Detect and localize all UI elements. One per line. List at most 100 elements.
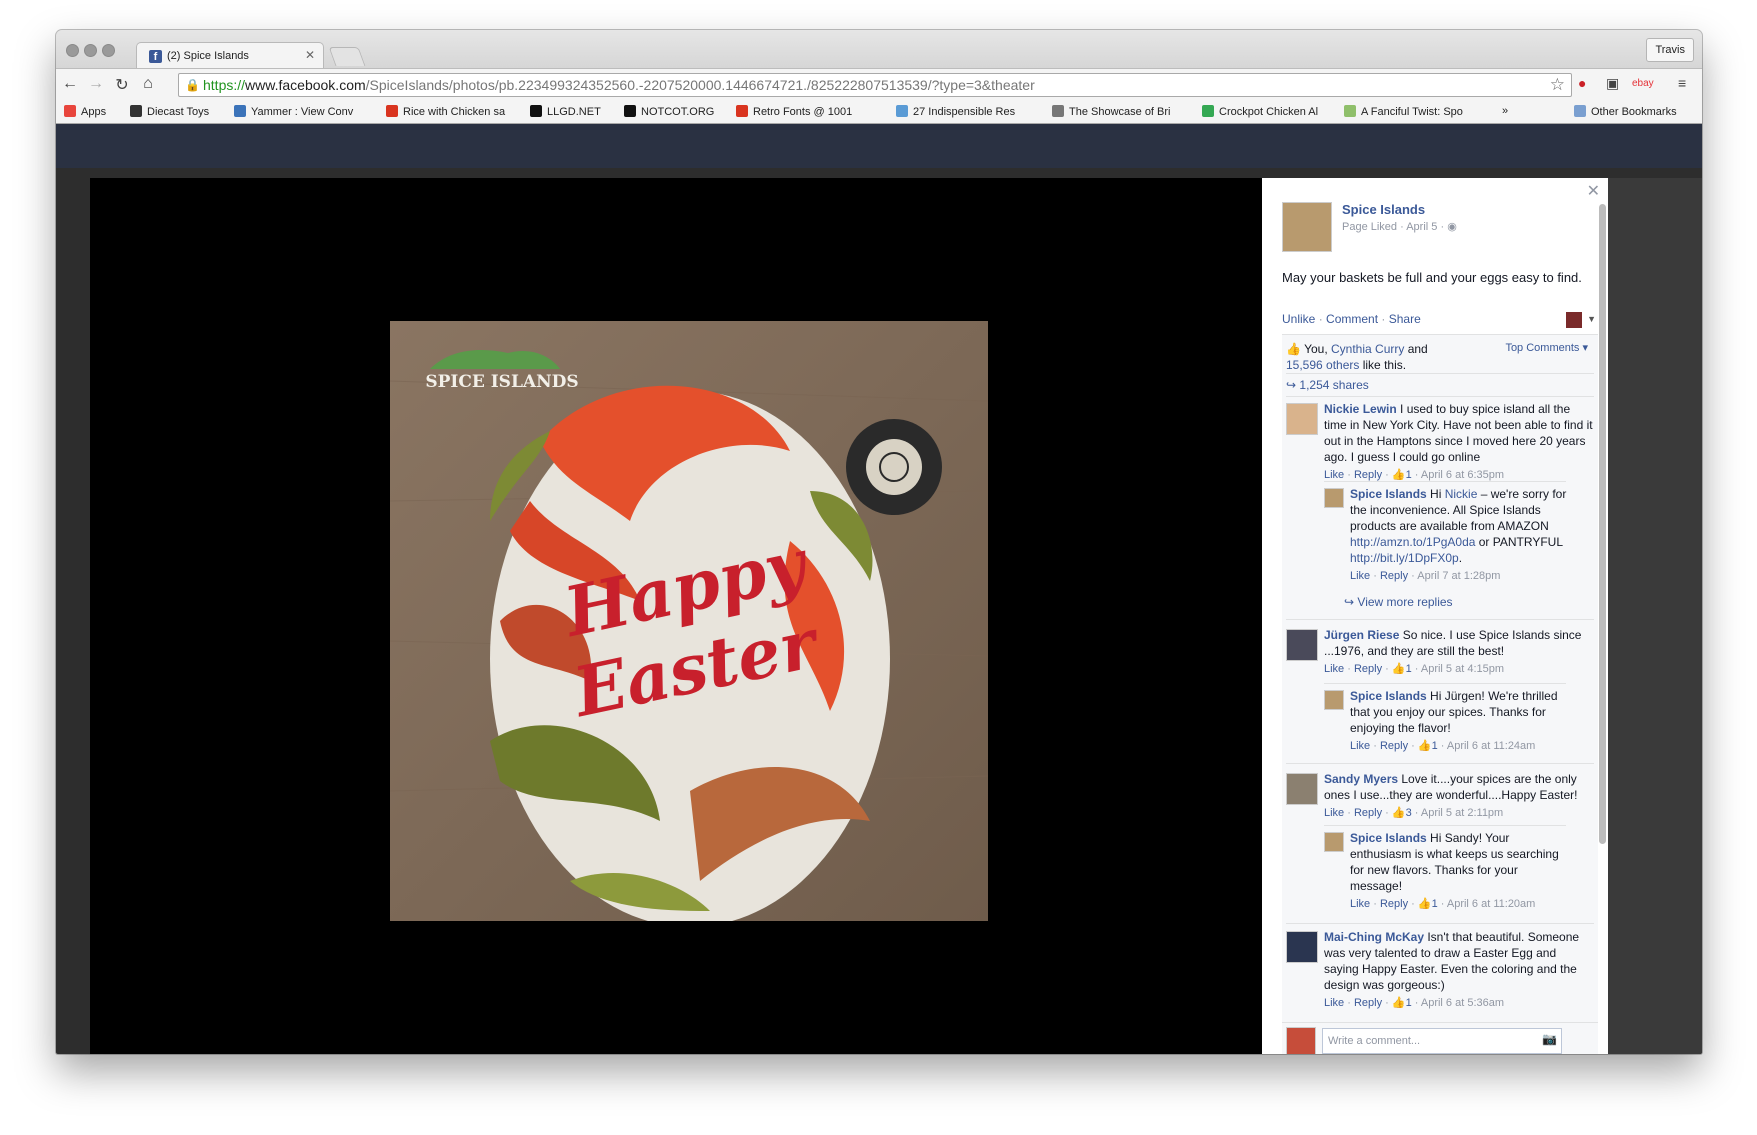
divider bbox=[1286, 763, 1594, 764]
avatar[interactable] bbox=[1286, 403, 1318, 435]
bookmark-item[interactable]: The Showcase of Bri bbox=[1052, 105, 1188, 118]
like-count-icon: 👍 bbox=[1391, 663, 1406, 675]
avatar[interactable] bbox=[1324, 832, 1344, 852]
close-icon[interactable]: ✕ bbox=[1587, 181, 1600, 201]
comment-time[interactable]: April 5 at 4:15pm bbox=[1421, 663, 1504, 675]
forward-icon[interactable]: → bbox=[86, 75, 106, 93]
facebook-icon: f bbox=[149, 50, 162, 63]
share-link[interactable]: Share bbox=[1389, 312, 1421, 326]
comment-time[interactable]: April 6 at 6:35pm bbox=[1421, 469, 1504, 481]
reply-time[interactable]: April 6 at 11:20am bbox=[1447, 898, 1535, 910]
menu-icon[interactable]: ≡ bbox=[1678, 75, 1686, 91]
avatar[interactable] bbox=[1286, 773, 1318, 805]
extension-icon[interactable]: ▣ bbox=[1606, 75, 1619, 92]
reply-link[interactable]: Reply bbox=[1354, 997, 1382, 1009]
reply-author[interactable]: Spice Islands bbox=[1350, 487, 1427, 501]
avatar[interactable] bbox=[1286, 629, 1318, 661]
comment-composer: Write a comment... 📷 bbox=[1282, 1022, 1598, 1054]
reply-link[interactable]: Reply bbox=[1354, 469, 1382, 481]
amazon-link[interactable]: http://amzn.to/1PgA0da bbox=[1350, 535, 1475, 549]
reply-author[interactable]: Spice Islands bbox=[1350, 689, 1427, 703]
bookmark-item[interactable]: Diecast Toys bbox=[130, 105, 225, 118]
actor-selector-avatar[interactable] bbox=[1566, 312, 1582, 328]
reload-icon[interactable]: ↻ bbox=[112, 75, 132, 95]
commenter-name[interactable]: Nickie Lewin bbox=[1324, 402, 1397, 416]
bookmark-item[interactable]: A Fanciful Twist: Spo bbox=[1344, 105, 1484, 118]
bookmark-item[interactable]: Retro Fonts @ 1001 bbox=[736, 105, 878, 118]
pantryful-link[interactable]: http://bit.ly/1DpFX0p bbox=[1350, 551, 1459, 565]
like-link[interactable]: Like bbox=[1324, 807, 1344, 819]
avatar[interactable] bbox=[1324, 488, 1344, 508]
reply-author[interactable]: Spice Islands bbox=[1350, 831, 1427, 845]
commenter-name[interactable]: Mai-Ching McKay bbox=[1324, 930, 1424, 944]
bookmark-item[interactable]: Yammer : View Conv bbox=[234, 105, 376, 118]
bookmark-apps[interactable]: Apps bbox=[64, 105, 106, 118]
post-actions: Unlike · Comment · Share bbox=[1282, 312, 1421, 326]
like-link[interactable]: Like bbox=[1324, 469, 1344, 481]
bookmark-item[interactable]: Rice with Chicken sa bbox=[386, 105, 518, 118]
reply-time[interactable]: April 6 at 11:24am bbox=[1447, 740, 1535, 752]
yammer-icon bbox=[234, 105, 246, 117]
reply-meta: Like · Reply · 👍1 · April 6 at 11:20am bbox=[1350, 898, 1536, 910]
comment-input[interactable]: Write a comment... bbox=[1322, 1028, 1562, 1054]
avatar[interactable] bbox=[1286, 931, 1318, 963]
top-comments-dropdown[interactable]: Top Comments ▾ bbox=[1505, 341, 1588, 354]
bookmark-item[interactable]: 27 Indispensible Res bbox=[896, 105, 1036, 118]
liker-link[interactable]: Cynthia Curry bbox=[1331, 342, 1404, 356]
like-link[interactable]: Like bbox=[1350, 570, 1370, 582]
bookmark-item[interactable]: Crockpot Chicken Al bbox=[1202, 105, 1332, 118]
other-bookmarks-folder[interactable]: Other Bookmarks bbox=[1574, 105, 1677, 118]
profile-button[interactable]: Travis bbox=[1646, 38, 1694, 62]
bookmarks-overflow-button[interactable]: » bbox=[1502, 105, 1508, 117]
like-link[interactable]: Like bbox=[1324, 663, 1344, 675]
unlike-link[interactable]: Unlike bbox=[1282, 312, 1315, 326]
pinterest-icon[interactable]: ● bbox=[1578, 75, 1586, 91]
like-count-icon: 👍 bbox=[1417, 740, 1432, 752]
close-window-button[interactable] bbox=[66, 44, 79, 57]
shares-link[interactable]: ↪ 1,254 shares bbox=[1286, 373, 1594, 397]
reply-link[interactable]: Reply bbox=[1354, 663, 1382, 675]
bookmark-item[interactable]: NOTCOT.ORG bbox=[624, 105, 724, 118]
reply-link[interactable]: Reply bbox=[1354, 807, 1382, 819]
camera-icon[interactable]: 📷 bbox=[1542, 1032, 1557, 1046]
reply-link[interactable]: Reply bbox=[1380, 898, 1408, 910]
comment-time[interactable]: April 5 at 2:11pm bbox=[1421, 807, 1503, 819]
easter-egg-photo[interactable]: Happy Easter SPICE ISLANDS bbox=[390, 321, 988, 921]
comment-time[interactable]: April 6 at 5:36am bbox=[1421, 997, 1504, 1009]
new-tab-button[interactable] bbox=[328, 47, 366, 66]
post-meta: Page Liked · April 5 · ◉ bbox=[1342, 221, 1457, 233]
reply-arrow-icon: ↪ bbox=[1344, 595, 1355, 609]
like-link[interactable]: Like bbox=[1350, 740, 1370, 752]
back-icon[interactable]: ← bbox=[60, 75, 80, 93]
view-more-replies[interactable]: ↪ View more replies bbox=[1344, 595, 1453, 609]
address-bar[interactable]: 🔒 https://www.facebook.com/SpiceIslands/… bbox=[178, 73, 1572, 97]
reply-link[interactable]: Reply bbox=[1380, 570, 1408, 582]
close-tab-icon[interactable]: ✕ bbox=[305, 48, 315, 62]
bookmark-item[interactable]: LLGD.NET bbox=[530, 105, 612, 118]
page-name-link[interactable]: Spice Islands bbox=[1342, 202, 1425, 217]
bookmark-star-icon[interactable]: ☆ bbox=[1550, 75, 1565, 95]
commenter-name[interactable]: Jürgen Riese bbox=[1324, 628, 1399, 642]
ebay-icon[interactable]: ebay bbox=[1632, 78, 1654, 89]
browser-window: f (2) Spice Islands ✕ Travis ← → ↻ ⌂ 🔒 h… bbox=[56, 30, 1702, 1054]
home-icon[interactable]: ⌂ bbox=[138, 75, 158, 93]
bookmark-icon bbox=[1344, 105, 1356, 117]
zoom-window-button[interactable] bbox=[102, 44, 115, 57]
photo-viewer: Happy Easter SPICE ISLANDS bbox=[90, 178, 1262, 1054]
bookmark-icon bbox=[736, 105, 748, 117]
like-link[interactable]: Like bbox=[1350, 898, 1370, 910]
browser-tab[interactable]: f (2) Spice Islands ✕ bbox=[136, 42, 324, 68]
comment-link[interactable]: Comment bbox=[1326, 312, 1378, 326]
page-avatar[interactable] bbox=[1282, 202, 1332, 252]
mention-link[interactable]: Nickie bbox=[1445, 487, 1478, 501]
reply-time[interactable]: April 7 at 1:28pm bbox=[1417, 570, 1500, 582]
others-link[interactable]: 15,596 others bbox=[1286, 358, 1359, 372]
reply-link[interactable]: Reply bbox=[1380, 740, 1408, 752]
chevron-down-icon[interactable]: ▼ bbox=[1587, 314, 1596, 324]
scrollbar[interactable] bbox=[1599, 204, 1606, 844]
minimize-window-button[interactable] bbox=[84, 44, 97, 57]
avatar[interactable] bbox=[1324, 690, 1344, 710]
svg-text:SPICE ISLANDS: SPICE ISLANDS bbox=[425, 372, 578, 392]
like-link[interactable]: Like bbox=[1324, 997, 1344, 1009]
commenter-name[interactable]: Sandy Myers bbox=[1324, 772, 1398, 786]
